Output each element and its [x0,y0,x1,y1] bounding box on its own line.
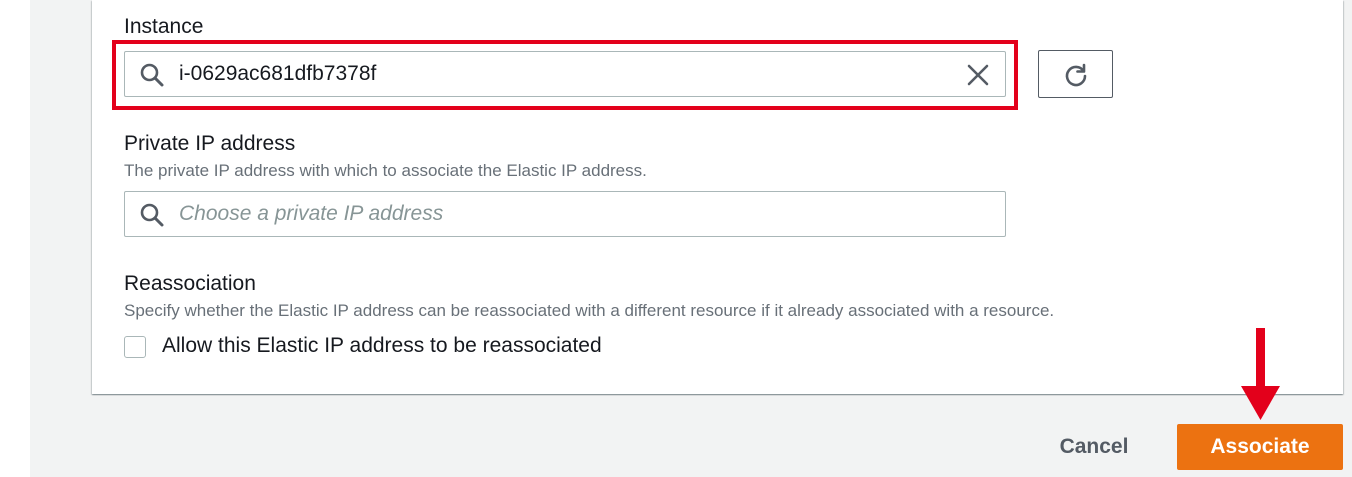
reassociation-label: Reassociation [124,272,256,295]
private-ip-description: The private IP address with which to ass… [124,161,647,180]
cancel-button[interactable]: Cancel [1040,424,1148,470]
private-ip-label: Private IP address [124,132,296,155]
private-ip-placeholder: Choose a private IP address [179,202,444,225]
arrow-down-icon [1241,328,1280,420]
associate-button[interactable]: Associate [1177,424,1343,470]
reassociation-description: Specify whether the Elastic IP address c… [124,301,1055,320]
annotation-highlight-box [112,40,1018,110]
private-ip-input[interactable]: Choose a private IP address [124,191,1006,237]
search-icon [140,203,164,227]
refresh-icon [1065,63,1087,87]
reassociation-checkbox-label[interactable]: Allow this Elastic IP address to be reas… [162,334,602,358]
reassociation-checkbox[interactable] [124,336,146,358]
instance-label: Instance [124,15,204,38]
refresh-button[interactable] [1038,50,1113,98]
